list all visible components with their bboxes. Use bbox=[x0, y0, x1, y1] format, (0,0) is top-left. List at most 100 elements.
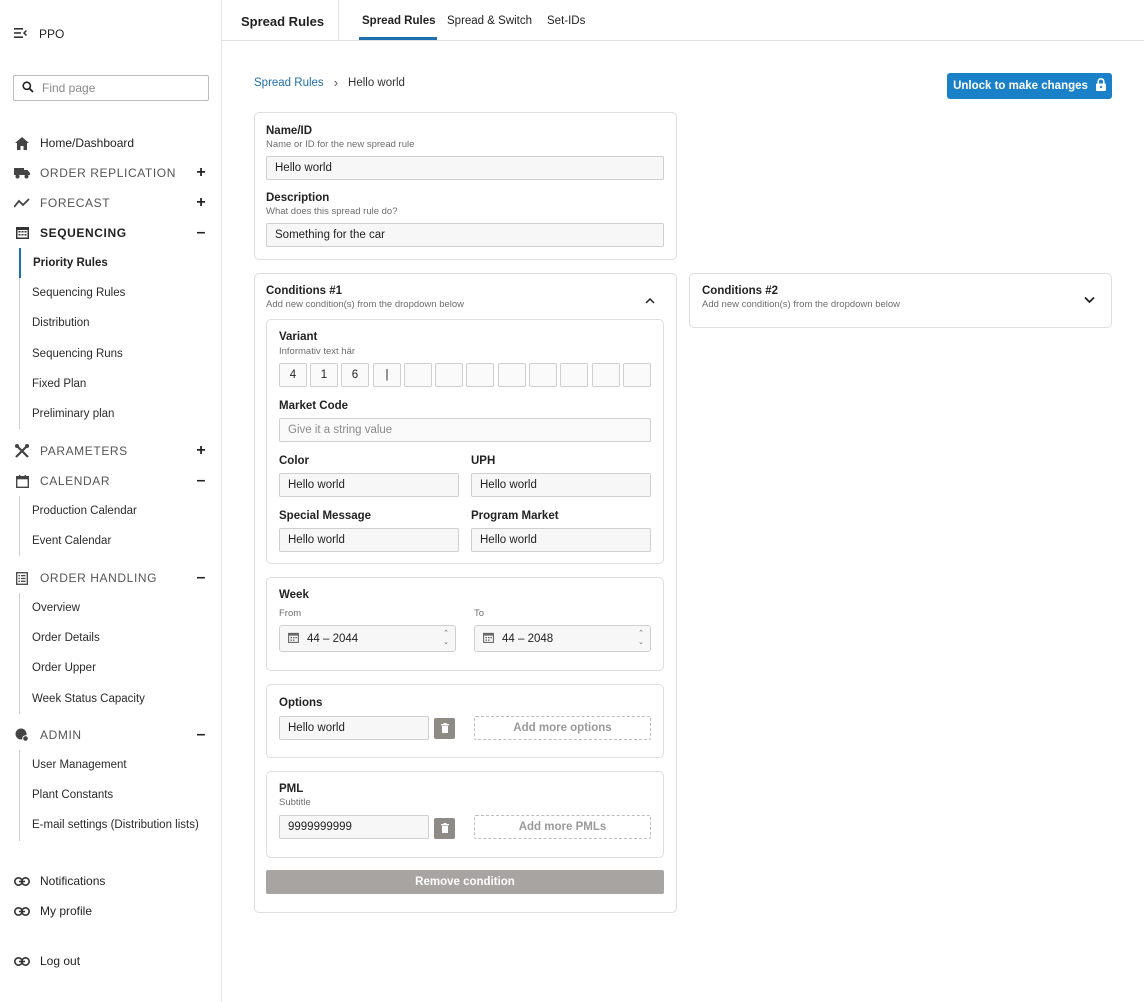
collapse-menu-icon[interactable] bbox=[14, 27, 28, 41]
nav-user-management[interactable]: User Management bbox=[20, 750, 210, 780]
unlock-button[interactable]: Unlock to make changes bbox=[947, 73, 1112, 99]
remove-condition-button[interactable]: Remove condition bbox=[266, 870, 664, 894]
find-page-search[interactable] bbox=[13, 75, 209, 101]
nav-distribution[interactable]: Distribution bbox=[20, 308, 210, 338]
variant-digit[interactable] bbox=[498, 363, 526, 387]
nav-calendar[interactable]: CALENDAR – bbox=[14, 471, 208, 491]
variant-digit[interactable]: 6 bbox=[341, 363, 369, 387]
variant-digit[interactable] bbox=[592, 363, 620, 387]
market-code-label: Market Code bbox=[279, 400, 349, 412]
description-label: Description bbox=[266, 192, 330, 204]
nav-order-upper[interactable]: Order Upper bbox=[20, 653, 210, 683]
description-help: What does this spread rule do? bbox=[266, 206, 398, 217]
nav-admin[interactable]: ADMIN – bbox=[14, 725, 208, 745]
nav-log-out[interactable]: Log out bbox=[14, 951, 208, 971]
conditions-1-subtitle: Add new condition(s) from the dropdown b… bbox=[266, 299, 465, 310]
lock-icon bbox=[1095, 78, 1106, 94]
nav-order-handling[interactable]: ORDER HANDLING – bbox=[14, 568, 208, 588]
variant-digit[interactable] bbox=[404, 363, 432, 387]
nav-home[interactable]: Home/Dashboard bbox=[14, 133, 208, 153]
variant-digit[interactable] bbox=[623, 363, 651, 387]
chevron-right-icon: › bbox=[333, 75, 339, 90]
nav-notifications[interactable]: Notifications bbox=[14, 871, 208, 891]
name-input[interactable]: Hello world bbox=[266, 156, 664, 180]
trash-icon bbox=[440, 722, 449, 736]
nav-parameters[interactable]: PARAMETERS + bbox=[14, 441, 208, 461]
nav-sequencing-rules[interactable]: Sequencing Rules bbox=[20, 278, 210, 308]
variant-digit[interactable]: | bbox=[373, 363, 401, 387]
divider bbox=[338, 0, 339, 40]
nav-production-calendar[interactable]: Production Calendar bbox=[20, 496, 210, 526]
chevron-down-icon[interactable] bbox=[1084, 293, 1095, 307]
add-more-options-button[interactable]: Add more options bbox=[474, 716, 651, 740]
delete-option-button[interactable] bbox=[434, 718, 455, 739]
link-icon bbox=[14, 873, 30, 889]
delete-pml-button[interactable] bbox=[434, 818, 455, 839]
nav-order-replication[interactable]: ORDER REPLICATION + bbox=[14, 163, 208, 183]
nav-week-status-capacity[interactable]: Week Status Capacity bbox=[20, 684, 210, 714]
section-title: Spread Rules bbox=[241, 14, 325, 29]
expand-icon[interactable]: + bbox=[194, 443, 208, 459]
sequencing-submenu: Priority Rules Sequencing Rules Distribu… bbox=[19, 248, 210, 430]
variant-help: Informativ text här bbox=[279, 346, 356, 357]
breadcrumb-link[interactable]: Spread Rules bbox=[254, 77, 324, 89]
expand-icon[interactable]: + bbox=[194, 195, 208, 211]
special-message-input[interactable]: Hello world bbox=[279, 528, 459, 552]
variant-digit[interactable] bbox=[529, 363, 557, 387]
variant-digit[interactable]: 1 bbox=[310, 363, 338, 387]
stepper-arrows-icon[interactable]: ⌃ ⌄ bbox=[443, 629, 449, 647]
tab-spread-rules[interactable]: Spread Rules bbox=[362, 15, 436, 27]
app-name: PPO bbox=[39, 27, 65, 41]
collapse-icon[interactable]: – bbox=[194, 570, 208, 586]
from-label: From bbox=[279, 608, 302, 619]
nav-plant-constants[interactable]: Plant Constants bbox=[20, 780, 210, 810]
variant-digit[interactable]: 4 bbox=[279, 363, 307, 387]
tab-set-ids[interactable]: Set-IDs bbox=[547, 15, 585, 27]
stepper-arrows-icon[interactable]: ⌃ ⌄ bbox=[638, 629, 644, 647]
to-week-value: 44 – 2048 bbox=[502, 632, 554, 645]
add-more-pmls-button[interactable]: Add more PMLs bbox=[474, 815, 651, 839]
search-input[interactable] bbox=[42, 81, 192, 95]
collapse-icon[interactable]: – bbox=[194, 225, 208, 241]
nav-sequencing-runs[interactable]: Sequencing Runs bbox=[20, 339, 210, 369]
from-week-stepper[interactable]: 44 – 2044 ⌃ ⌄ bbox=[279, 625, 456, 652]
nav-event-calendar[interactable]: Event Calendar bbox=[20, 526, 210, 556]
collapse-icon[interactable]: – bbox=[194, 473, 208, 489]
market-code-input[interactable]: Give it a string value bbox=[279, 418, 651, 442]
link-icon bbox=[14, 903, 30, 919]
calendar-icon bbox=[288, 632, 299, 646]
nav-preliminary-plan[interactable]: Preliminary plan bbox=[20, 399, 210, 429]
nav-fixed-plan[interactable]: Fixed Plan bbox=[20, 369, 210, 399]
variant-digit[interactable] bbox=[435, 363, 463, 387]
nav-overview[interactable]: Overview bbox=[20, 593, 210, 623]
conditions-2-subtitle: Add new condition(s) from the dropdown b… bbox=[702, 299, 901, 310]
description-input[interactable]: Something for the car bbox=[266, 223, 664, 247]
list-document-icon bbox=[14, 570, 30, 586]
tab-spread-switch[interactable]: Spread & Switch bbox=[447, 15, 532, 27]
uph-input[interactable]: Hello world bbox=[471, 473, 651, 497]
nav-sequencing[interactable]: SEQUENCING – bbox=[14, 223, 208, 243]
admin-submenu: User Management Plant Constants E-mail s… bbox=[19, 750, 210, 841]
chevron-up-icon[interactable] bbox=[645, 293, 655, 307]
program-market-input[interactable]: Hello world bbox=[471, 528, 651, 552]
app-header[interactable]: PPO bbox=[14, 27, 64, 41]
pml-input[interactable]: 9999999999 bbox=[279, 815, 429, 839]
nav-forecast[interactable]: FORECAST + bbox=[14, 193, 208, 213]
pml-label: PML bbox=[279, 783, 304, 795]
conditions-2-title: Conditions #2 bbox=[702, 285, 779, 297]
expand-icon[interactable]: + bbox=[194, 165, 208, 181]
variant-digit[interactable] bbox=[466, 363, 494, 387]
to-week-stepper[interactable]: 44 – 2048 ⌃ ⌄ bbox=[474, 625, 651, 652]
variant-digit[interactable] bbox=[560, 363, 588, 387]
name-label: Name/ID bbox=[266, 125, 313, 137]
nav-email-settings[interactable]: E-mail settings (Distribution lists) bbox=[20, 810, 210, 840]
color-input[interactable]: Hello world bbox=[279, 473, 459, 497]
nav-priority-rules[interactable]: Priority Rules bbox=[19, 248, 209, 279]
tools-icon bbox=[14, 443, 30, 459]
to-label: To bbox=[474, 608, 485, 619]
nav-my-profile[interactable]: My profile bbox=[14, 901, 208, 921]
nav-order-details[interactable]: Order Details bbox=[20, 623, 210, 653]
collapse-icon[interactable]: – bbox=[194, 727, 208, 743]
options-input[interactable]: Hello world bbox=[279, 716, 429, 740]
variant-label: Variant bbox=[279, 331, 318, 343]
